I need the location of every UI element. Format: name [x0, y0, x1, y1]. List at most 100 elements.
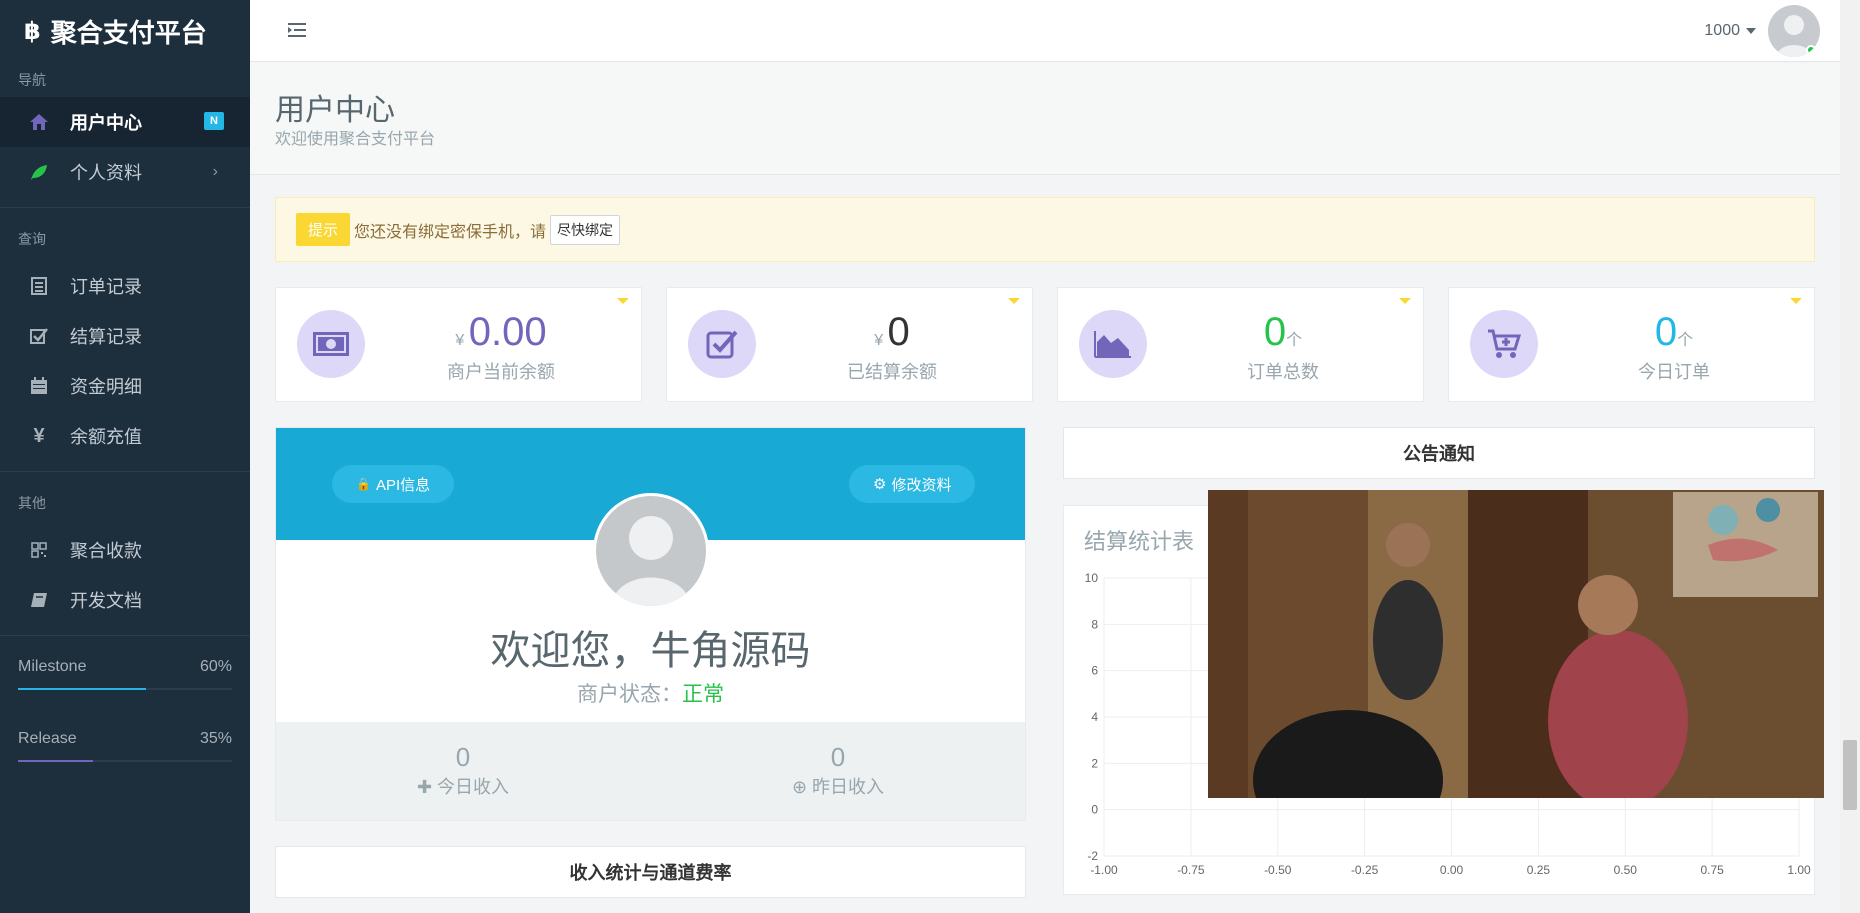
- sidebar-item-funds[interactable]: 资金明细: [0, 361, 250, 411]
- yesterday-income: 0 ⊕ 昨日收入: [688, 742, 988, 799]
- brand-name: 聚合支付平台: [50, 17, 207, 48]
- sidebar-item-user-center[interactable]: 用户中心 N: [0, 97, 250, 147]
- scrollbar-thumb[interactable]: [1843, 740, 1857, 810]
- plus-icon: ✚: [416, 777, 433, 797]
- top-bar: 1000: [250, 0, 1840, 62]
- sidebar-item-label: 结算记录: [70, 327, 142, 347]
- api-info-button[interactable]: 🔒 API信息: [332, 465, 455, 503]
- edit-profile-button[interactable]: ⚙ 修改资料: [849, 465, 976, 503]
- home-icon: [28, 111, 50, 133]
- plus-circle-icon: ⊕: [791, 777, 808, 797]
- sidebar-item-profile[interactable]: 个人资料 ›: [0, 147, 250, 197]
- stat-value: 0个: [1654, 310, 1694, 354]
- progress-track: [18, 688, 232, 690]
- today-income: 0 ✚ 今日收入: [313, 742, 613, 799]
- page-header: 用户中心 欢迎使用聚合支付平台: [250, 63, 1840, 175]
- chart-x-tick-label: 0.50: [1614, 863, 1638, 877]
- sidebar-item-label: 开发文档: [70, 591, 142, 611]
- section-title-nav: 导航: [18, 72, 46, 88]
- area-chart-icon: [1079, 310, 1147, 378]
- progress-fill: [18, 760, 93, 762]
- status-badge: 正常: [682, 683, 724, 706]
- sidebar-item-label: 订单记录: [70, 277, 142, 297]
- bind-phone-button[interactable]: 尽快绑定: [550, 214, 621, 245]
- list-icon: [28, 275, 50, 297]
- dropdown-triangle-icon[interactable]: [617, 298, 629, 304]
- user-name: 1000: [1704, 22, 1756, 40]
- chart-y-tick-label: -2: [1087, 849, 1098, 863]
- welcome-text: 欢迎您，牛角源码: [490, 629, 811, 673]
- sidebar-item-docs[interactable]: 开发文档: [0, 575, 250, 625]
- stat-value: ¥ 0: [874, 310, 910, 354]
- stat-card-orders: 0个 订单总数: [1057, 287, 1424, 402]
- dropdown-triangle-icon[interactable]: [1008, 298, 1020, 304]
- section-title-query: 查询: [18, 231, 46, 247]
- sidebar-item-label: 资金明细: [70, 377, 142, 397]
- announcement-panel-header: 公告通知: [1063, 427, 1815, 479]
- dropdown-triangle-icon[interactable]: [1399, 298, 1411, 304]
- progress-milestone: Milestone 60%: [0, 658, 250, 690]
- tip-label: 提示: [296, 213, 351, 246]
- sidebar-item-orders[interactable]: 订单记录: [0, 261, 250, 311]
- page-scrollbar[interactable]: [1840, 0, 1860, 913]
- check-square-icon: [688, 310, 756, 378]
- stat-card-settled: ¥ 0 已结算余额: [666, 287, 1033, 402]
- user-menu[interactable]: 1000: [1704, 5, 1820, 57]
- avatar[interactable]: [1768, 5, 1820, 57]
- video-player-overlay[interactable]: [1208, 490, 1824, 798]
- chart-x-tick-label: -0.75: [1177, 863, 1205, 877]
- money-icon: [297, 310, 365, 378]
- bitcoin-icon: ฿: [24, 17, 41, 45]
- stat-label: 订单总数: [1247, 362, 1319, 382]
- progress-track: [18, 760, 232, 762]
- stat-label: 已结算余额: [847, 362, 937, 382]
- progress-label: Release: [18, 730, 77, 747]
- sidebar-item-recharge[interactable]: ¥ 余额充值: [0, 411, 250, 461]
- sidebar-item-label: 聚合收款: [70, 541, 142, 561]
- today-order-count: 0: [1654, 310, 1678, 354]
- profile-avatar: [593, 493, 709, 609]
- brand[interactable]: ฿ 聚合支付平台: [0, 0, 250, 62]
- online-status-dot: [1806, 45, 1816, 55]
- page-title: 用户中心: [275, 94, 395, 127]
- book-icon: [28, 589, 50, 611]
- stat-label: 商户当前余额: [447, 362, 555, 382]
- chart-y-tick-label: 2: [1091, 756, 1098, 770]
- chart-x-tick-label: 0.25: [1527, 863, 1551, 877]
- yen-icon: ¥: [33, 424, 45, 447]
- calendar-icon: [28, 375, 50, 397]
- stat-value: 0个: [1263, 310, 1303, 354]
- chart-y-tick-label: 0: [1091, 803, 1098, 817]
- caret-down-icon: [1746, 27, 1756, 34]
- chart-x-tick-label: 0.75: [1700, 863, 1724, 877]
- cart-plus-icon: [1470, 310, 1538, 378]
- alert-notice: 提示 您还没有绑定密保手机，请 尽快绑定: [275, 197, 1815, 262]
- settled-amount: 0: [887, 310, 910, 354]
- section-title-other: 其他: [18, 495, 46, 511]
- sidebar-item-label: 余额充值: [70, 427, 142, 447]
- progress-release: Release 35%: [0, 730, 250, 762]
- chart-y-tick-label: 6: [1091, 664, 1098, 678]
- sidebar: ฿ 聚合支付平台 导航 用户中心 N 个人资料 › 查询 订单记录 结算记录 资…: [0, 0, 250, 913]
- chart-x-tick-label: 0.00: [1440, 863, 1464, 877]
- lock-icon: 🔒: [356, 477, 371, 491]
- chart-x-tick-label: 1.00: [1787, 863, 1811, 877]
- yesterday-income-value: 0: [830, 742, 846, 772]
- chart-y-tick-label: 8: [1091, 617, 1098, 631]
- menu-toggle-icon[interactable]: [286, 20, 308, 40]
- dropdown-triangle-icon[interactable]: [1790, 298, 1802, 304]
- stat-value: ¥ 0.00: [455, 310, 547, 354]
- progress-label: Milestone: [18, 658, 87, 675]
- notice-text: 您还没有绑定密保手机，请: [354, 223, 547, 241]
- chevron-right-icon: ›: [212, 163, 218, 180]
- chart-y-tick-label: 10: [1085, 571, 1099, 585]
- progress-fill: [18, 688, 147, 690]
- sidebar-item-collect[interactable]: 聚合收款: [0, 525, 250, 575]
- balance-amount: 0.00: [468, 310, 547, 354]
- sidebar-item-settlements[interactable]: 结算记录: [0, 311, 250, 361]
- sidebar-item-label: 个人资料: [70, 163, 142, 183]
- order-count: 0: [1263, 310, 1287, 354]
- income-stats-panel-header: 收入统计与通道费率: [275, 846, 1026, 898]
- profile-card: 🔒 API信息 ⚙ 修改资料 欢迎您，牛角源码 商户状态：正常 0 ✚ 今日收入 0…: [275, 427, 1026, 821]
- stat-card-today-orders: 0个 今日订单: [1448, 287, 1815, 402]
